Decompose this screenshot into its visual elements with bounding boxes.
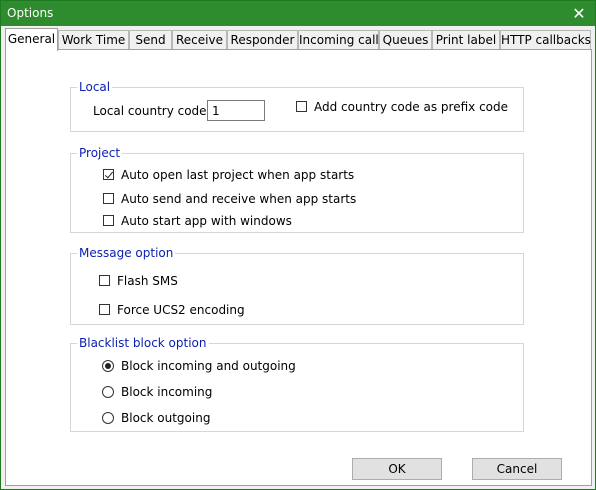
window-title: Options xyxy=(7,6,54,20)
block-both-row[interactable]: Block incoming and outgoing xyxy=(102,357,296,375)
tab-send[interactable]: Send xyxy=(129,30,172,49)
block-outgoing-label: Block outgoing xyxy=(121,411,211,425)
auto-open-checkbox[interactable] xyxy=(103,169,114,180)
auto-start-checkbox[interactable] xyxy=(103,215,114,226)
auto-send-row[interactable]: Auto send and receive when app starts xyxy=(103,190,356,208)
ok-button[interactable]: OK xyxy=(352,458,442,480)
ucs2-row[interactable]: Force UCS2 encoding xyxy=(99,301,245,319)
general-panel: Local Local country code Add country cod… xyxy=(5,49,592,486)
close-icon[interactable]: ✕ xyxy=(563,1,595,26)
tab-http-callbacks[interactable]: HTTP callbacks xyxy=(500,30,591,49)
options-dialog: Options ✕ General Work Time Send Receive… xyxy=(0,0,596,490)
ucs2-checkbox[interactable] xyxy=(99,304,110,315)
tab-incoming-call[interactable]: Incoming call xyxy=(298,30,379,49)
block-incoming-label: Block incoming xyxy=(121,385,213,399)
tab-queues[interactable]: Queues xyxy=(379,30,432,49)
tab-receive[interactable]: Receive xyxy=(172,30,227,49)
prefix-checkbox[interactable] xyxy=(296,101,307,112)
tab-responder[interactable]: Responder xyxy=(227,30,298,49)
project-legend: Project xyxy=(77,146,123,160)
blacklist-legend: Blacklist block option xyxy=(77,336,209,350)
auto-open-row[interactable]: Auto open last project when app starts xyxy=(103,166,354,184)
auto-start-label: Auto start app with windows xyxy=(121,214,292,228)
ucs2-label: Force UCS2 encoding xyxy=(117,303,245,317)
flash-sms-label: Flash SMS xyxy=(117,274,178,288)
tab-general[interactable]: General xyxy=(5,28,58,51)
prefix-checkbox-row[interactable]: Add country code as prefix code xyxy=(296,98,508,116)
flash-sms-checkbox[interactable] xyxy=(99,275,110,286)
prefix-label: Add country code as prefix code xyxy=(314,100,509,114)
local-legend: Local xyxy=(77,80,113,94)
auto-send-checkbox[interactable] xyxy=(103,193,114,204)
block-outgoing-row[interactable]: Block outgoing xyxy=(102,409,210,427)
tab-work-time[interactable]: Work Time xyxy=(58,30,129,49)
block-incoming-radio[interactable] xyxy=(102,385,114,398)
auto-start-row[interactable]: Auto start app with windows xyxy=(103,212,292,230)
block-incoming-row[interactable]: Block incoming xyxy=(102,383,212,401)
block-outgoing-radio[interactable] xyxy=(102,411,114,424)
block-both-radio[interactable] xyxy=(102,359,114,372)
message-group: Message option Flash SMS Force UCS2 enco… xyxy=(70,246,524,325)
tab-strip: General Work Time Send Receive Responder… xyxy=(5,28,591,51)
flash-sms-row[interactable]: Flash SMS xyxy=(99,272,178,290)
block-both-label: Block incoming and outgoing xyxy=(121,359,296,373)
project-group: Project Auto open last project when app … xyxy=(70,146,524,233)
auto-send-label: Auto send and receive when app starts xyxy=(121,192,357,206)
local-group: Local Local country code Add country cod… xyxy=(70,80,524,132)
country-code-label: Local country code xyxy=(93,104,207,118)
country-code-input[interactable] xyxy=(207,100,265,121)
message-legend: Message option xyxy=(77,246,176,260)
auto-open-label: Auto open last project when app starts xyxy=(121,168,355,182)
title-bar: Options ✕ xyxy=(1,1,595,26)
tab-print-label[interactable]: Print label xyxy=(432,30,500,49)
cancel-button[interactable]: Cancel xyxy=(472,458,562,480)
blacklist-group: Blacklist block option Block incoming an… xyxy=(70,336,524,432)
